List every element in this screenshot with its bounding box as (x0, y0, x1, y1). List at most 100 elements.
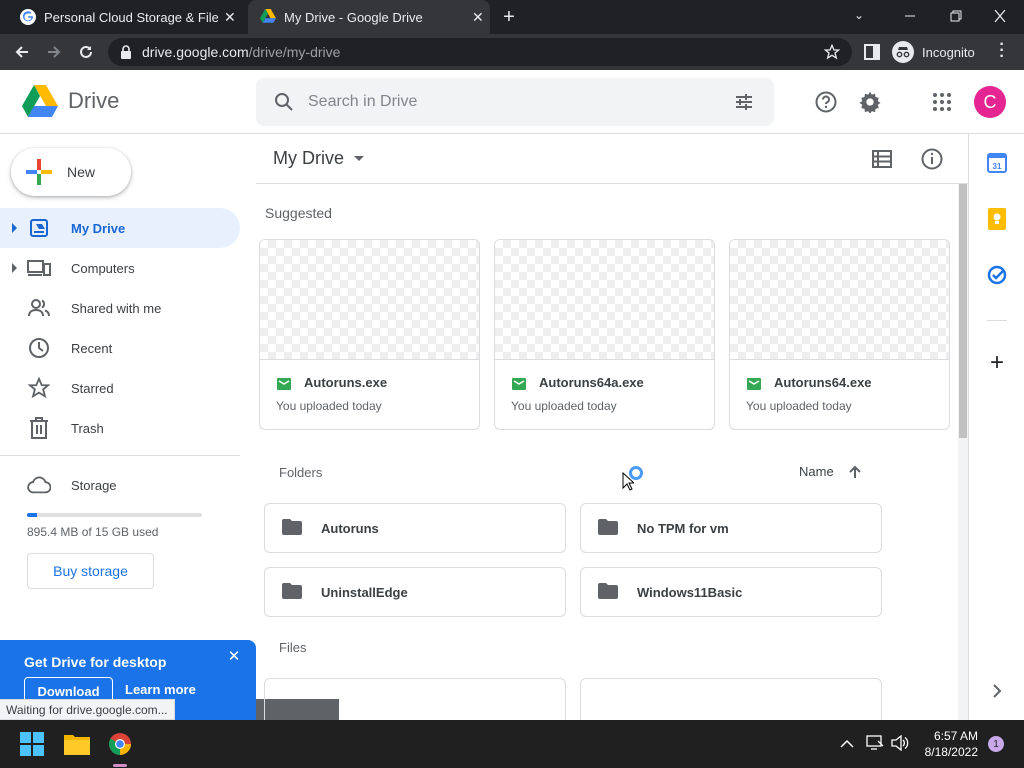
sidebar-item-computers[interactable]: Computers (0, 248, 240, 288)
tab-personal-cloud[interactable]: Personal Cloud Storage & File Sh ✕ (8, 0, 248, 34)
search-icon[interactable] (274, 92, 294, 112)
folder-icon (598, 519, 618, 540)
tab-search-icon[interactable]: ⌄ (854, 8, 864, 22)
browser-status-bubble: Waiting for drive.google.com... (0, 699, 175, 720)
plus-icon (26, 159, 52, 185)
file-thumbnail (260, 240, 479, 360)
clock-time: 6:57 AM (933, 729, 978, 743)
suggested-file-card[interactable]: Autoruns64a.exe You uploaded today (494, 239, 715, 430)
folder-item[interactable]: UninstallEdge (264, 567, 566, 617)
network-icon[interactable] (866, 735, 884, 756)
header-divider (256, 183, 968, 184)
file-reason: You uploaded today (276, 399, 382, 413)
suggested-file-card[interactable]: Autoruns64.exe You uploaded today (729, 239, 950, 430)
computers-icon (27, 256, 51, 280)
scrollbar-thumb[interactable] (959, 184, 967, 438)
close-tab-icon[interactable]: ✕ (224, 9, 236, 26)
sort-by-name-button[interactable]: Name (799, 464, 862, 479)
close-tab-icon[interactable]: ✕ (472, 9, 484, 26)
google-favicon-icon (20, 9, 36, 25)
exe-file-icon (512, 377, 526, 395)
my-drive-menu[interactable]: My Drive (273, 148, 364, 169)
account-avatar[interactable]: C (974, 86, 1006, 118)
buy-storage-button[interactable]: Buy storage (27, 553, 154, 589)
file-card[interactable] (264, 678, 566, 720)
new-tab-button[interactable]: + (498, 6, 520, 28)
expand-caret-icon[interactable] (12, 223, 17, 233)
forward-button[interactable] (38, 34, 70, 70)
search-box[interactable] (256, 78, 774, 126)
apps-grid-icon[interactable] (926, 86, 958, 118)
chrome-active-indicator (113, 764, 127, 767)
sidebar-item-shared-with-me[interactable]: Shared with me (0, 288, 240, 328)
tab-title: Personal Cloud Storage & File Sh (44, 9, 218, 25)
sidebar-item-label: Shared with me (71, 300, 162, 316)
storage-progress-fill (27, 513, 38, 517)
browser-toolbar: drive.google.com/drive/my-drive Incognit… (0, 34, 1024, 70)
file-explorer-icon[interactable] (61, 728, 93, 760)
search-input[interactable] (308, 93, 708, 111)
exe-file-icon (747, 377, 761, 395)
folder-item[interactable]: No TPM for vm (580, 503, 882, 553)
taskbar-clock[interactable]: 6:57 AM 8/18/2022 (914, 728, 978, 760)
side-panel-icon[interactable] (864, 44, 880, 65)
close-window-button[interactable] (992, 4, 1008, 28)
back-button[interactable] (6, 34, 38, 70)
windows-start-icon[interactable] (16, 728, 48, 760)
browser-menu-icon[interactable]: · · · (998, 37, 1006, 65)
add-addon-icon[interactable]: + (985, 349, 1009, 376)
svg-text:31: 31 (993, 162, 1002, 171)
shared-icon (27, 296, 51, 320)
search-options-icon[interactable] (734, 92, 754, 112)
list-view-icon[interactable] (872, 150, 892, 173)
incognito-icon (892, 41, 914, 63)
new-button[interactable]: New (11, 148, 131, 196)
sidebar-item-label: Recent (71, 340, 113, 356)
expand-caret-icon[interactable] (12, 263, 17, 273)
file-name: Autoruns64a.exe (539, 375, 644, 390)
sidebar-item-starred[interactable]: Starred (0, 368, 240, 408)
tasks-icon[interactable] (985, 263, 1009, 287)
folder-name: Autoruns (321, 520, 379, 536)
file-reason: You uploaded today (511, 399, 617, 413)
drive-logo-icon (22, 85, 58, 117)
sort-ascending-arrow-icon[interactable] (848, 465, 862, 479)
learn-more-link[interactable]: Learn more (125, 682, 196, 697)
sidebar-item-my-drive[interactable]: My Drive (0, 208, 240, 248)
calendar-icon[interactable]: 31 (985, 151, 1009, 175)
lock-icon[interactable] (120, 45, 132, 64)
page-title: My Drive (273, 148, 344, 168)
reload-button[interactable] (70, 34, 102, 70)
help-icon[interactable] (810, 86, 842, 118)
bookmark-star-icon[interactable] (823, 43, 841, 65)
dropdown-caret-icon (354, 156, 364, 161)
minimize-window-button[interactable] (902, 4, 918, 28)
restore-window-button[interactable] (948, 4, 964, 28)
suggested-file-card[interactable]: Autoruns.exe You uploaded today (259, 239, 480, 430)
suggested-heading: Suggested (265, 205, 332, 221)
volume-icon[interactable] (891, 734, 909, 756)
main-scrollbar[interactable] (958, 184, 968, 720)
settings-gear-icon[interactable] (854, 86, 886, 118)
chrome-icon[interactable] (104, 728, 136, 760)
side-panel-rail: 31 + (968, 134, 1024, 720)
notification-badge[interactable]: 1 (988, 736, 1004, 752)
promo-title: Get Drive for desktop (24, 654, 167, 670)
keep-icon[interactable] (985, 207, 1009, 231)
file-reason: You uploaded today (746, 399, 852, 413)
chevron-right-icon[interactable] (985, 679, 1009, 703)
file-card[interactable] (580, 678, 882, 720)
incognito-indicator[interactable]: Incognito (892, 38, 975, 66)
info-icon[interactable] (921, 148, 943, 175)
close-promo-icon[interactable]: ✕ (226, 648, 242, 665)
drive-logo[interactable]: Drive (22, 85, 119, 117)
sidebar-item-recent[interactable]: Recent (0, 328, 240, 368)
folder-name: UninstallEdge (321, 584, 408, 600)
tab-my-drive[interactable]: My Drive - Google Drive ✕ (248, 0, 490, 34)
address-bar[interactable]: drive.google.com/drive/my-drive (108, 38, 852, 66)
folder-item[interactable]: Windows11Basic (580, 567, 882, 617)
show-hidden-icons-chevron-icon[interactable] (840, 736, 854, 754)
sidebar-item-storage[interactable]: Storage (0, 465, 240, 505)
sidebar-item-trash[interactable]: Trash (0, 408, 240, 448)
folder-item[interactable]: Autoruns (264, 503, 566, 553)
